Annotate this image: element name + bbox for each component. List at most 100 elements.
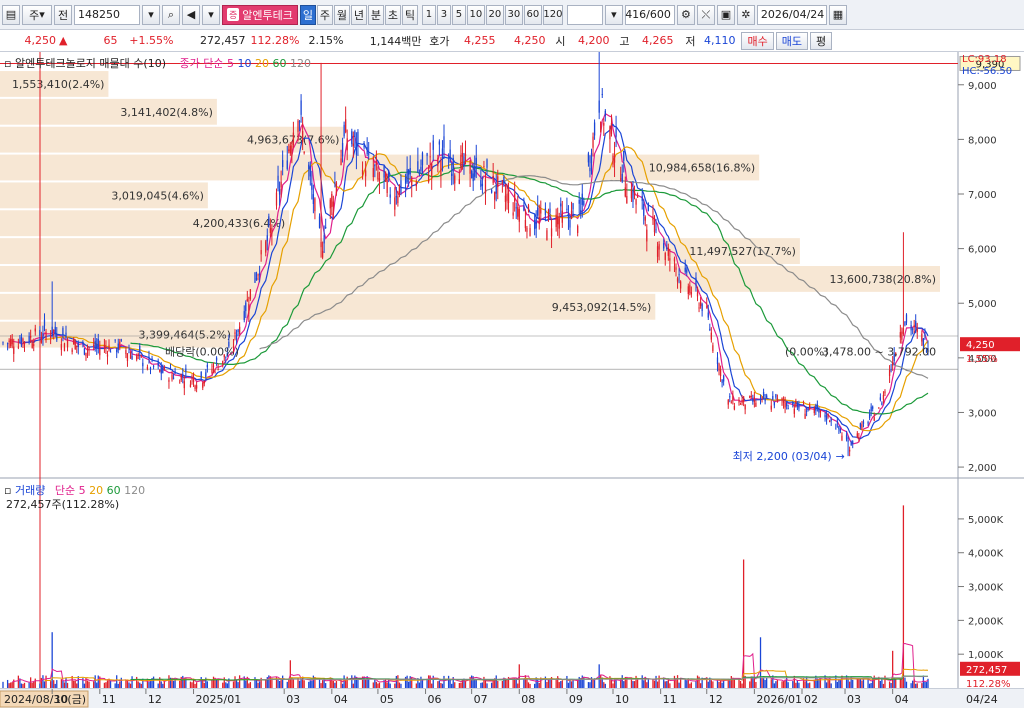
flat-button[interactable]: 평	[809, 31, 833, 50]
profile-legend-title[interactable]: 알엔투테크놀로지 매물대 수(10)	[15, 57, 166, 70]
indicator-icon[interactable]: ⚙	[676, 4, 695, 25]
candle-body	[518, 209, 520, 222]
stock-list-dropdown-icon[interactable]: ▾	[202, 4, 220, 25]
candle-body	[527, 205, 530, 211]
candle-body	[762, 392, 765, 397]
ma-legend-120[interactable]: 120	[286, 57, 311, 70]
ma-legend-20[interactable]: 20	[251, 57, 269, 70]
candle-body	[461, 152, 464, 157]
candle-body	[635, 199, 637, 205]
interval-button-5[interactable]: 5	[451, 4, 466, 25]
stock-code-input[interactable]: 148250	[74, 4, 140, 25]
volume-bar	[600, 675, 602, 688]
candle-body	[332, 201, 335, 207]
calendar-icon[interactable]: ▦	[828, 4, 847, 25]
chart-menu-icon[interactable]: ▤	[2, 4, 20, 25]
code-dropdown-icon[interactable]: ▾	[142, 4, 160, 25]
interval-button-1[interactable]: 1	[421, 4, 436, 25]
high-price: 4,265	[641, 34, 674, 47]
candle-body	[39, 329, 41, 336]
search-icon[interactable]: ⌕	[162, 4, 180, 25]
candle-body	[881, 402, 883, 406]
settings-icon[interactable]: ✲	[736, 4, 755, 25]
candle-body	[481, 183, 484, 187]
ma-legend-5[interactable]: 5	[227, 57, 234, 70]
candle-body	[157, 362, 159, 366]
volume-bar	[354, 675, 356, 688]
interval-button-3[interactable]: 3	[436, 4, 451, 25]
stock-chart-window: ▤ 주 ▾ 전 148250 ▾ ⌕ ◀ ▾ 증 알엔투테크 일주월년분초틱 135…	[0, 0, 1024, 708]
candle-body	[879, 397, 882, 400]
candle-body	[474, 166, 476, 177]
candle-body	[86, 348, 89, 351]
interval-custom-input[interactable]	[566, 4, 603, 25]
volume-bar	[753, 677, 756, 688]
period-tab-0[interactable]: 일	[299, 4, 316, 25]
ma-legend-10[interactable]: 10	[234, 57, 251, 70]
market-type-select[interactable]: 주 ▾	[22, 4, 52, 25]
period-tab-5[interactable]: 초	[384, 4, 401, 25]
period-tab-3[interactable]: 년	[350, 4, 367, 25]
interval-button-10[interactable]: 10	[466, 4, 485, 25]
candle-body	[182, 374, 184, 378]
volume-ma-legend-120[interactable]: 120	[121, 484, 145, 497]
interval-dropdown-icon[interactable]: ▾	[604, 4, 623, 25]
candle-body	[106, 354, 109, 357]
count-input[interactable]: 416/600	[624, 4, 675, 25]
volume-bar	[168, 675, 170, 688]
compare-icon[interactable]: ⤬	[696, 4, 715, 25]
volume-bar	[217, 679, 219, 688]
interval-button-20[interactable]: 20	[485, 4, 504, 25]
candle-body	[429, 156, 431, 158]
candle-body	[148, 356, 150, 359]
candle-body	[816, 404, 819, 409]
period-tab-2[interactable]: 월	[333, 4, 350, 25]
buy-button[interactable]: 매수	[741, 31, 774, 50]
candle-body	[719, 369, 722, 377]
interval-button-120[interactable]: 120	[542, 4, 563, 25]
volume-bar	[200, 677, 202, 688]
candle-body	[501, 180, 504, 182]
candle-body	[529, 228, 531, 236]
candle-body	[66, 339, 69, 348]
candle-body	[707, 312, 709, 318]
sound-icon[interactable]: ◀	[182, 4, 200, 25]
period-tabs: 일주월년분초틱	[299, 4, 418, 25]
chart-area[interactable]: 1,553,410(2.4%)3,141,402(4.8%)4,963,673(…	[0, 35, 1024, 690]
interval-button-30[interactable]: 30	[504, 4, 523, 25]
current-percent-label: 1.55%	[966, 354, 998, 365]
volume-bar	[686, 680, 688, 688]
candle-body	[805, 410, 808, 412]
period-tab-4[interactable]: 분	[367, 4, 384, 25]
stock-name-button[interactable]: 증 알엔투테크	[222, 4, 298, 25]
candle-body	[793, 408, 795, 414]
ma-legend-60[interactable]: 60	[269, 57, 286, 70]
candle-body	[921, 333, 923, 342]
interval-button-60[interactable]: 60	[523, 4, 542, 25]
period-tab-1[interactable]: 주	[316, 4, 333, 25]
candle-body	[217, 369, 219, 371]
candle-body	[755, 402, 757, 407]
volume-bar	[710, 680, 712, 688]
volume-bar	[785, 677, 788, 688]
save-icon[interactable]: ▣	[716, 4, 735, 25]
date-input[interactable]: 2026/04/24	[756, 4, 827, 25]
candle-body	[140, 355, 142, 357]
chart-canvas[interactable]: 1,553,410(2.4%)3,141,402(4.8%)4,963,673(…	[0, 35, 1024, 690]
volume-profile-label: 3,019,045(4.6%)	[111, 189, 204, 202]
candle-body	[265, 241, 267, 253]
date-tick-label: 08	[521, 693, 535, 706]
candle-body	[257, 274, 259, 276]
prev-button[interactable]: 전	[54, 4, 72, 25]
volume-bar	[647, 678, 649, 688]
candle-body	[583, 201, 585, 205]
candle-body	[54, 326, 56, 334]
date-tick-label: 2026/01	[756, 693, 802, 706]
candle-body	[514, 193, 516, 202]
candle-body	[676, 278, 679, 282]
volume-profile-label: 1,553,410(2.4%)	[12, 78, 105, 91]
period-tab-6[interactable]: 틱	[401, 4, 418, 25]
sell-button[interactable]: 매도	[775, 31, 808, 50]
ma-legend-title[interactable]: 종가 단순	[179, 57, 223, 70]
volume-bar	[149, 680, 152, 688]
